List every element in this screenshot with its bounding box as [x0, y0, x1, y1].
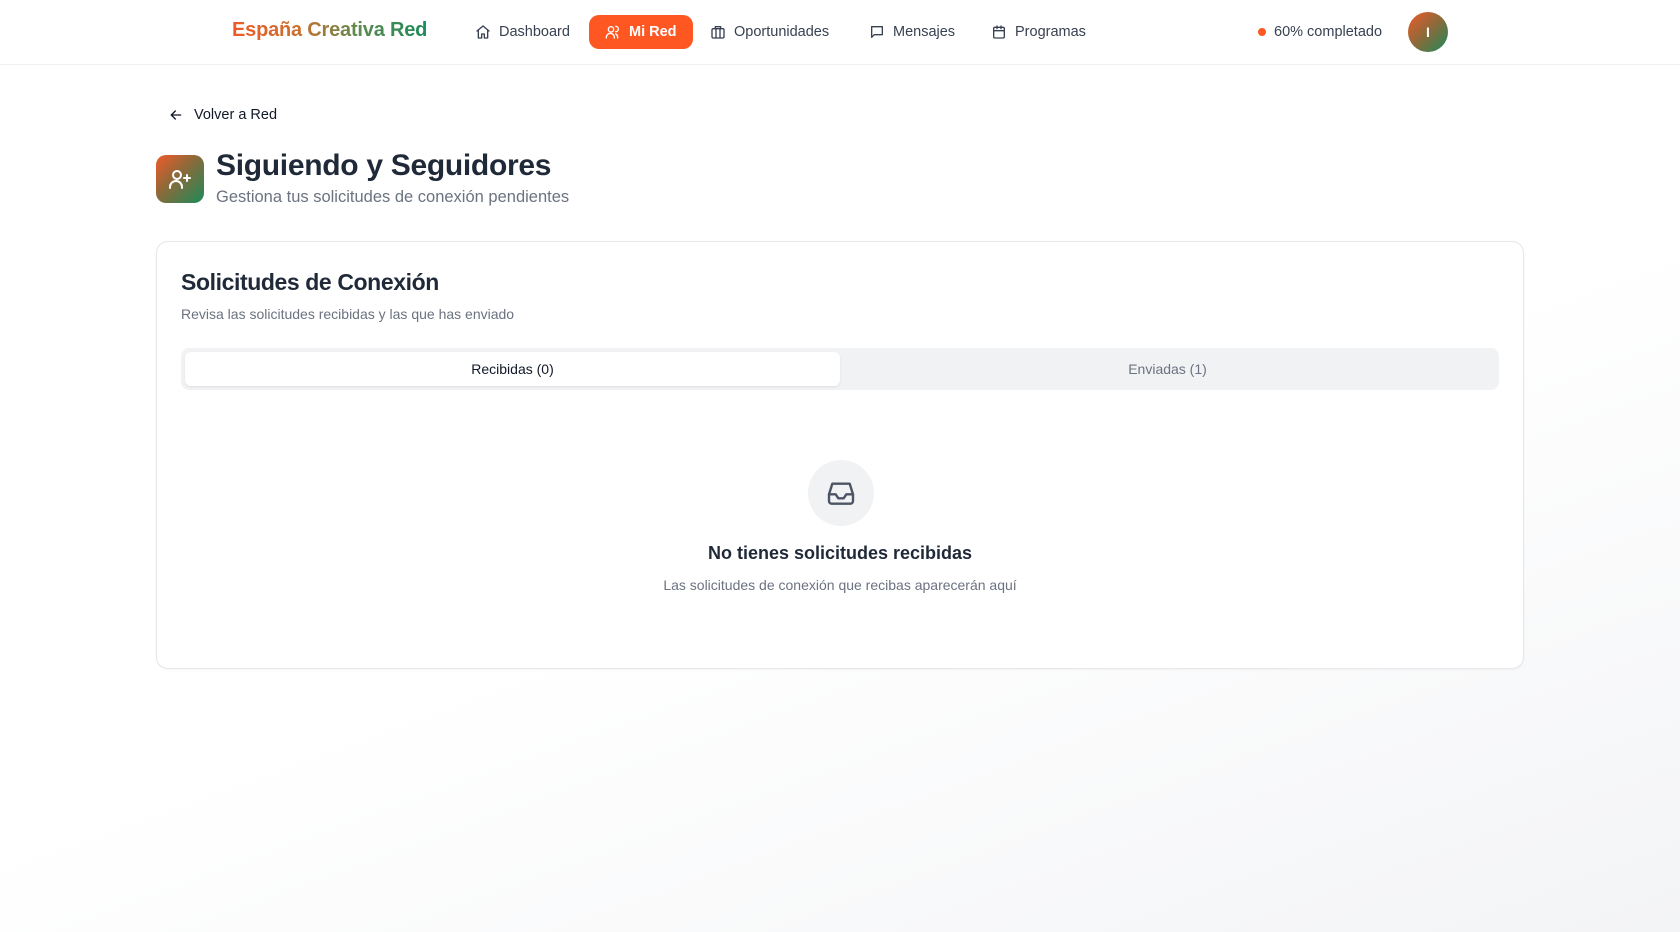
page-subtitle: Gestiona tus solicitudes de conexión pen…: [216, 188, 570, 206]
user-avatar[interactable]: I: [1408, 12, 1448, 52]
nav-item-mensajes[interactable]: Mensajes: [853, 15, 971, 49]
calendar-icon: [993, 25, 1005, 39]
nav-item-label: Mi Red: [629, 24, 677, 40]
user-plus-icon: [169, 170, 191, 189]
inbox-icon: [827, 482, 855, 505]
brand-logo[interactable]: España Creativa Red: [232, 19, 427, 45]
tab-recibidas[interactable]: Recibidas (0): [185, 352, 840, 386]
nav-item-label: Dashboard: [499, 24, 570, 40]
users-icon: [605, 25, 619, 39]
back-link-label: Volver a Red: [194, 107, 278, 123]
empty-state-title: No tienes solicitudes recibidas: [707, 543, 973, 563]
tab-enviadas[interactable]: Enviadas (1): [840, 352, 1495, 386]
top-navigation-bar: España Creativa Red Dashboard Mi Red Opo…: [0, 0, 1680, 65]
back-to-network-link[interactable]: Volver a Red: [168, 104, 277, 126]
message-square-icon: [871, 26, 883, 38]
nav-item-mi-red[interactable]: Mi Red: [589, 15, 693, 49]
requests-tabs: Recibidas (0) Enviadas (1): [181, 348, 1499, 390]
nav-item-programas[interactable]: Programas: [975, 15, 1102, 49]
empty-state-icon-circle: [808, 460, 874, 526]
status-dot: [1258, 28, 1266, 36]
avatar-initial: I: [1426, 24, 1430, 40]
empty-state-description: Las solicitudes de conexión que recibas …: [663, 577, 1017, 593]
briefcase-icon: [711, 26, 725, 39]
page-title: Siguiendo y Seguidores: [216, 149, 552, 182]
nav-item-oportunidades[interactable]: Oportunidades: [694, 15, 845, 49]
card-title: Solicitudes de Conexión: [181, 269, 439, 295]
profile-completion-label: 60% completado: [1274, 24, 1383, 40]
connection-requests-card: Solicitudes de Conexión Revisa las solic…: [156, 241, 1524, 669]
nav-item-dashboard[interactable]: Dashboard: [459, 15, 586, 49]
home-icon: [476, 25, 490, 39]
nav-item-label: Programas: [1015, 24, 1086, 40]
profile-completion-status[interactable]: 60% completado: [1258, 20, 1382, 44]
page-title-badge: [156, 155, 204, 203]
nav-item-label: Mensajes: [893, 24, 956, 40]
nav-item-label: Oportunidades: [734, 24, 830, 40]
card-description: Revisa las solicitudes recibidas y las q…: [181, 306, 515, 322]
arrow-left-icon: [170, 110, 182, 120]
